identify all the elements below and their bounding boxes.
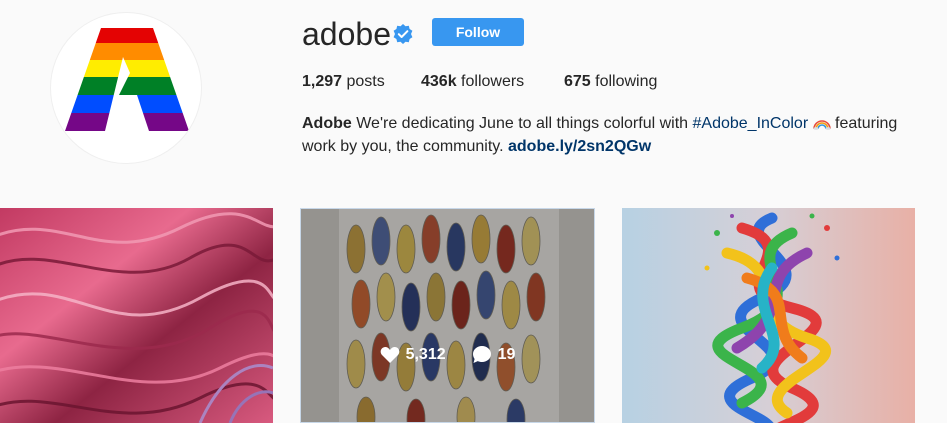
profile-avatar[interactable] [50,12,202,164]
post-hover-overlay [301,209,594,422]
bio-url-link[interactable]: adobe.ly/2sn2QGw [508,138,651,155]
comments-stat: 19 [472,345,516,364]
post-tile-2[interactable]: 5,312 19 [300,208,595,423]
post-hover-stats: 5,312 19 [301,345,594,364]
profile-username: adobe [302,16,391,52]
likes-count: 5,312 [405,345,446,363]
followers-count: 436k [421,73,457,90]
following-count: 675 [564,73,591,90]
comments-count: 19 [497,345,516,363]
adobe-pride-logo [65,28,189,131]
verified-badge-icon [393,24,413,44]
heart-icon [380,346,399,363]
follow-button[interactable]: Follow [432,18,524,46]
posts-count: 1,297 [302,73,343,90]
posts-stat: 1,297 posts [302,72,385,92]
bio-text-before: We're dedicating June to all things colo… [351,115,693,132]
posts-label: posts [342,73,385,90]
rainbow-emoji-icon [812,120,831,130]
bio-name: Adobe [302,115,352,132]
profile-bio: Adobe We're dedicating June to all thing… [302,112,922,158]
comment-bubble-icon [472,346,491,363]
post-tile-3[interactable] [622,208,915,423]
likes-stat: 5,312 [380,345,446,364]
followers-stat[interactable]: 436k followers [421,72,524,92]
hashtag-link[interactable]: #Adobe_InColor [693,115,809,132]
post-image-pink-swirl [0,208,273,423]
post-tile-1[interactable] [0,208,273,423]
following-label: following [590,73,658,90]
followers-label: followers [456,73,525,90]
following-stat[interactable]: 675 following [564,72,657,92]
post-image-rainbow-paint-sculpture [622,208,915,423]
